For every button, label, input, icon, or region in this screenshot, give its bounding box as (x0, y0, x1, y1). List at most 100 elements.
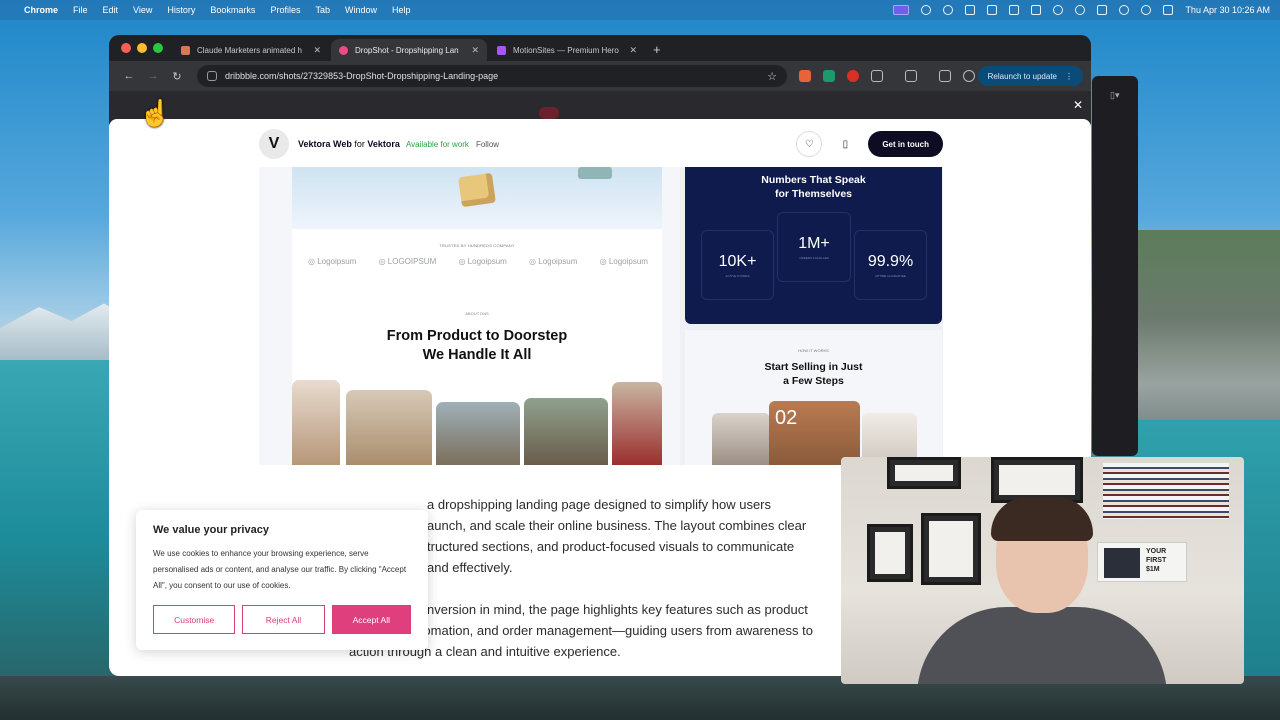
hand-pointer-cursor-icon: ☝ (139, 98, 172, 128)
fullscreen-window-button[interactable] (153, 43, 163, 53)
menu-window[interactable]: Window (345, 5, 377, 15)
menu-app-name[interactable]: Chrome (24, 5, 58, 15)
menu-view[interactable]: View (133, 5, 152, 15)
like-heart-icon[interactable]: ♡ (796, 131, 823, 157)
menubar-clock[interactable]: Thu Apr 30 10:26 AM (1185, 5, 1270, 15)
accept-all-button[interactable]: Accept All (331, 605, 411, 634)
for-text: for (354, 139, 365, 149)
tab-claude-marketers[interactable]: Claude Marketers animated h ✕ (173, 39, 329, 61)
get-in-touch-button[interactable]: Get in touch (868, 131, 943, 157)
menu-history[interactable]: History (167, 5, 195, 15)
wall-frame (867, 524, 913, 582)
headline-line-2: We Handle It All (422, 347, 532, 363)
new-tab-icon[interactable]: + (653, 42, 661, 57)
menu-help[interactable]: Help (392, 5, 411, 15)
headline-line-1: From Product to Doorstep (386, 328, 568, 344)
stats-section-preview: Numbers That Speak for Themselves 10K+ A… (685, 167, 942, 324)
steps-tag: HOW IT WORKS (798, 348, 829, 353)
shot-image[interactable]: TRUSTED BY HUNDREDS COMPANY Logoipsum LO… (259, 167, 943, 465)
save-bookmark-icon[interactable]: ▯ (832, 131, 858, 157)
extensions-puzzle-icon[interactable] (871, 70, 883, 82)
close-tab-icon[interactable]: ✕ (471, 45, 479, 56)
steps-title-line-1: Start Selling in Just (764, 361, 863, 373)
profile-avatar-icon[interactable] (963, 70, 975, 82)
url-text[interactable]: dribbble.com/shots/27329853-DropShot-Dro… (225, 71, 767, 81)
tab-title: MotionSites — Premium Hero (513, 45, 619, 55)
stat-value: 99.9% (867, 253, 914, 270)
landing-preview-page: TRUSTED BY HUNDREDS COMPANY Logoipsum LO… (292, 167, 662, 465)
photo-van-delivery (436, 402, 520, 465)
steps-title: Start Selling in Just a Few Steps (685, 360, 942, 388)
truck-illustration (578, 167, 612, 179)
bookmark-star-icon[interactable]: ☆ (767, 70, 777, 83)
stat-label: ORDERS FULFILLED (799, 256, 829, 260)
tab-motionsites[interactable]: MotionSites — Premium Hero ✕ (489, 39, 645, 61)
download-icon[interactable] (939, 70, 951, 82)
book-title-line: FIRST (1146, 557, 1167, 564)
menu-bookmarks[interactable]: Bookmarks (210, 5, 255, 15)
customise-button[interactable]: Customise (153, 605, 236, 634)
battery-icon[interactable] (1097, 5, 1108, 15)
stat-value: 10K+ (718, 253, 757, 270)
close-tab-icon[interactable]: ✕ (313, 45, 321, 56)
cookie-body: We use cookies to enhance your browsing … (153, 549, 407, 590)
do-not-disturb-icon[interactable] (1075, 5, 1086, 15)
steps-title-line-2: a Few Steps (783, 375, 844, 387)
address-bar[interactable]: dribbble.com/shots/27329853-DropShot-Dro… (197, 65, 787, 87)
relaunch-to-update-button[interactable]: Relaunch to update ⋮ (977, 66, 1083, 86)
stat-value: 1M+ (798, 235, 830, 252)
desktop-wallpaper-rocks (1130, 230, 1280, 450)
reload-icon[interactable]: ↻ (165, 70, 189, 83)
search-icon[interactable] (1141, 5, 1152, 15)
team-name[interactable]: Vektora (367, 139, 400, 149)
wifi-icon[interactable] (1119, 5, 1130, 15)
app-status-icon[interactable] (987, 5, 998, 15)
menu-extra-icon[interactable] (965, 5, 976, 15)
menu-edit[interactable]: Edit (103, 5, 119, 15)
claude-favicon-icon (181, 45, 190, 55)
photo-row (292, 380, 662, 465)
designer-avatar[interactable]: V (259, 129, 289, 159)
menu-file[interactable]: File (73, 5, 88, 15)
close-window-button[interactable] (121, 43, 131, 53)
designer-name[interactable]: Vektora Web for Vektora (298, 139, 400, 149)
status-icon[interactable] (943, 5, 954, 15)
back-arrow-icon[interactable]: ← (117, 70, 141, 82)
sidebar-toggle-icon[interactable]: ▯▾ (1110, 90, 1119, 101)
tab-dropshot[interactable]: DropShot - Dropshipping Lan ✕ (331, 39, 487, 61)
photo-warehouse (524, 398, 608, 465)
brightness-icon[interactable] (921, 5, 932, 15)
extension-icon[interactable] (799, 70, 811, 82)
menu-profiles[interactable]: Profiles (270, 5, 300, 15)
reject-all-button[interactable]: Reject All (242, 605, 325, 634)
forward-arrow-icon[interactable]: → (141, 70, 165, 82)
minimize-window-button[interactable] (137, 43, 147, 53)
more-menu-icon[interactable]: ⋮ (1065, 72, 1073, 81)
follow-button[interactable]: Follow (476, 140, 499, 149)
clipboard-icon[interactable] (1009, 5, 1020, 15)
reading-list-icon[interactable] (905, 70, 917, 82)
stats-title-line-1: Numbers That Speak (761, 174, 866, 186)
extension-icon[interactable] (823, 70, 835, 82)
close-shot-icon[interactable]: ✕ (1073, 98, 1083, 112)
step-card-active: 02 (769, 401, 860, 465)
control-center-icon[interactable] (1163, 5, 1174, 15)
screen-record-icon[interactable] (893, 5, 910, 15)
logo-strip: Logoipsum LOGOIPSUM Logoipsum Logoipsum … (308, 257, 648, 266)
partner-logo: Logoipsum (308, 257, 356, 266)
close-tab-icon[interactable]: ✕ (629, 45, 637, 56)
browser-toolbar: ← → ↻ dribbble.com/shots/27329853-DropSh… (109, 61, 1091, 91)
menu-tab[interactable]: Tab (315, 5, 330, 15)
time-machine-icon[interactable] (1053, 5, 1064, 15)
bookshelf (1103, 463, 1229, 519)
site-info-icon[interactable] (207, 71, 217, 81)
book-title-line: YOUR (1146, 548, 1167, 555)
battery-mini-icon[interactable] (1031, 5, 1042, 15)
availability-badge[interactable]: Available for work (406, 140, 469, 149)
extension-icon[interactable] (847, 70, 859, 82)
designer-name-text[interactable]: Vektora Web (298, 139, 352, 149)
stat-card: 1M+ ORDERS FULFILLED (777, 212, 851, 282)
trusted-by-label: TRUSTED BY HUNDREDS COMPANY (439, 243, 515, 248)
background-window[interactable]: ▯▾ (1092, 76, 1138, 456)
presenter-hair (991, 497, 1093, 541)
